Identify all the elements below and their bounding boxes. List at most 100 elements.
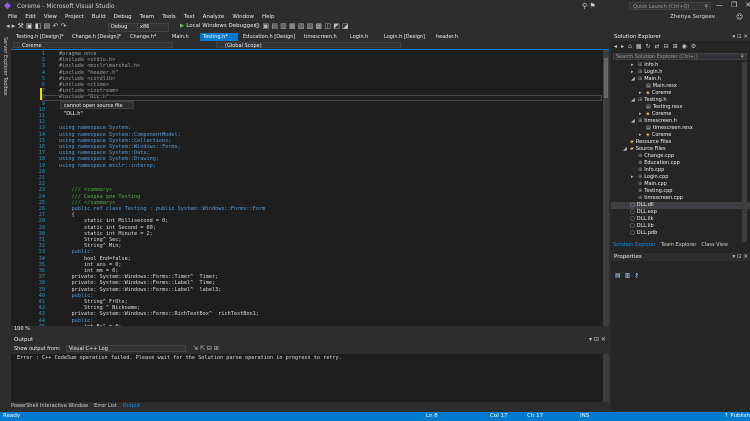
tree-node[interactable]: ▢ DLL.dll	[611, 202, 750, 209]
user-name[interactable]: Zhenya Sergeev	[670, 14, 715, 20]
expand-arrow-icon[interactable]: ▸	[631, 174, 636, 181]
expand-arrow-icon[interactable]: ▸	[639, 111, 644, 118]
tree-node[interactable]: ▢ DLL.exp	[611, 209, 657, 216]
expand-arrow-icon[interactable]: ▸	[631, 69, 636, 76]
tree-node[interactable]: ⊕ Info.cpp	[611, 167, 664, 174]
menu-item-file[interactable]: File	[8, 14, 17, 20]
close-button[interactable]: ✕	[745, 1, 750, 9]
quick-launch-input[interactable]: Quick Launch (Ctrl+Q) ⚲	[629, 2, 711, 10]
tree-node[interactable]: ▤ Main.resx	[611, 83, 677, 90]
doc-tab[interactable]: Login.h	[347, 33, 379, 41]
doc-tab[interactable]: Change.h*	[127, 33, 167, 41]
tree-node[interactable]: ▤ Testing.resx	[611, 104, 683, 111]
expand-arrow-icon[interactable]: ◢	[631, 76, 636, 83]
bottom-tab[interactable]: Output	[123, 403, 140, 409]
expand-arrow-icon[interactable]: ◢	[631, 97, 636, 104]
expand-arrow-icon[interactable]: ▸	[639, 132, 644, 139]
menu-item-help[interactable]: Help	[262, 14, 275, 20]
solution-explorer-search[interactable]: Search Solution Explorer (Ctrl+;) ⚲	[613, 53, 747, 60]
solution-platform-dropdown[interactable]: x86	[137, 23, 169, 32]
solution-configuration-dropdown[interactable]: Debug	[108, 23, 138, 32]
menu-item-project[interactable]: Project	[65, 14, 84, 20]
toolbar-tool-icons[interactable]: ⚙ ▣ ▤ ▥ ▦ ▧ ▨ ▩ ◫ ◩ ◪	[254, 22, 349, 30]
tree-node[interactable]: ▸ ◈ Coreme	[611, 132, 671, 139]
doc-tab[interactable]: timescreen.h	[301, 33, 345, 41]
doc-tab[interactable]: Login.h [Design]	[381, 33, 431, 41]
tree-node[interactable]: ▸ ⊞ Info.h	[611, 62, 658, 69]
tree-node[interactable]: ◢ ▰ Source Files	[611, 146, 666, 153]
collapse-all-icon[interactable]: ⊟	[664, 43, 669, 50]
alphabetical-icon[interactable]: ▥	[625, 272, 631, 279]
notification-flag-icon[interactable]: ⚲ ⚑	[582, 2, 596, 10]
tree-node[interactable]: ⊕ Change.cpp	[611, 153, 674, 160]
code-editor[interactable]: 1 #pragma once 2 #include <stdio.h> 3 #includ…	[11, 50, 603, 326]
minimize-button[interactable]: —	[716, 1, 723, 9]
pane-controls-icon[interactable]: ▾ ⊡ ✕	[733, 253, 748, 261]
start-debugger-button[interactable]: ▶ Local Windows Debugger	[180, 23, 256, 29]
doc-tab[interactable]: Testing.h [Design]*	[13, 33, 67, 41]
se-bottom-tab[interactable]: Class View	[701, 242, 728, 248]
output-toolbar-icons[interactable]: ⇲ ⇱ ⊟ ⊞	[193, 345, 219, 352]
output-pane-controls[interactable]: ▾ ⊡ ✕	[589, 336, 606, 343]
doc-tab[interactable]: Testing.h*	[200, 33, 238, 41]
doc-tab[interactable]: Main.h	[169, 33, 199, 41]
menu-item-debug[interactable]: Debug	[114, 14, 132, 20]
se-bottom-tab[interactable]: Solution Explorer	[613, 242, 656, 248]
editor-scroll-thumb[interactable]	[604, 58, 608, 98]
tree-node[interactable]: ⊕ Testing.cpp	[611, 188, 672, 195]
categorized-icon[interactable]: ▤	[615, 272, 621, 279]
tree-node[interactable]: ▰ Resource Files	[611, 139, 671, 146]
show-all-files-icon[interactable]: ⊞	[673, 43, 678, 50]
menu-item-build[interactable]: Build	[92, 14, 106, 20]
toolbar-navigation-icons[interactable]: ◂ ▸ ⚒ ▣ ◧ ▤ ↶ ↷	[6, 22, 66, 30]
switch-views-icon[interactable]: ▦	[636, 43, 642, 50]
tree-node[interactable]: ▢ DLL.lib	[611, 223, 654, 230]
menu-item-window[interactable]: Window	[232, 14, 254, 20]
tree-node[interactable]: ◢ ⊞ timescreen.h	[611, 118, 677, 125]
menu-item-analyze[interactable]: Analyze	[203, 14, 225, 20]
menu-item-tools[interactable]: Tools	[162, 14, 176, 20]
tree-node[interactable]: ◢ ⊞ Testing.h	[611, 97, 667, 104]
expand-arrow-icon[interactable]: ▸	[631, 62, 636, 69]
bottom-tab[interactable]: PowerShell Interactive Window	[11, 403, 88, 409]
home-icon[interactable]: ⌂	[628, 43, 632, 50]
maximize-button[interactable]: ❐	[731, 1, 737, 9]
menu-item-team[interactable]: Team	[140, 14, 155, 20]
property-pages-icon[interactable]: ⚷	[634, 272, 638, 279]
doc-tab[interactable]: Change.h [Design]*	[69, 33, 125, 41]
user-avatar-icon[interactable]: ☺	[736, 13, 743, 21]
bottom-tab[interactable]: Error List	[94, 403, 117, 409]
output-source-dropdown[interactable]: Visual C++ Log	[66, 345, 186, 352]
tree-node[interactable]: ⊕ Education.cpp	[611, 160, 680, 167]
tree-node[interactable]: ▸ ⊞ Login.h	[611, 69, 662, 76]
pending-changes-icon[interactable]: ↻	[646, 43, 651, 50]
solution-explorer-scrollbar[interactable]	[742, 62, 747, 242]
preview-icon[interactable]: ◉	[682, 43, 687, 50]
sync-icon[interactable]: ⇄	[655, 43, 660, 50]
pane-controls-icon[interactable]: ▾ ⊡ ✕	[733, 33, 748, 41]
tree-node[interactable]: ▤ timescreen.resx	[611, 125, 693, 132]
publish-button[interactable]: ↑ Publish	[724, 412, 750, 421]
scope-dropdown[interactable]: (Global Scope)	[216, 42, 401, 49]
expand-arrow-icon[interactable]: ▸	[639, 90, 644, 97]
tree-node[interactable]: ▢ DLL.pdb	[611, 230, 657, 237]
se-bottom-tab[interactable]: Team Explorer	[661, 242, 697, 248]
doc-tab[interactable]: header.h	[433, 33, 467, 41]
menu-item-edit[interactable]: Edit	[25, 14, 36, 20]
tree-node[interactable]: ▸ ⊕ Login.cpp	[611, 174, 668, 181]
output-text[interactable]: Error : C++ CodeSum operation failed. Pl…	[11, 354, 603, 402]
server-explorer-tab[interactable]: Server Explorer	[2, 37, 8, 76]
tree-node[interactable]: ▸ ◈ Coreme	[611, 111, 671, 118]
tree-node[interactable]: ▢ DLL.ilk	[611, 216, 653, 223]
properties-icon[interactable]: ⚙	[691, 43, 696, 50]
project-dropdown[interactable]: Coreme	[13, 42, 173, 49]
forward-icon[interactable]: ▸	[621, 43, 624, 50]
toolbox-tab[interactable]: Toolbox	[2, 77, 8, 96]
menu-item-test[interactable]: Test	[184, 14, 195, 20]
expand-arrow-icon[interactable]: ◢	[623, 146, 628, 153]
output-scrollbar[interactable]	[603, 354, 609, 402]
tree-node[interactable]: ⊕ timescreen.cpp	[611, 195, 683, 202]
expand-arrow-icon[interactable]: ◢	[631, 118, 636, 125]
menu-item-view[interactable]: View	[44, 14, 57, 20]
doc-tab[interactable]: Education.h [Design]	[240, 33, 299, 41]
